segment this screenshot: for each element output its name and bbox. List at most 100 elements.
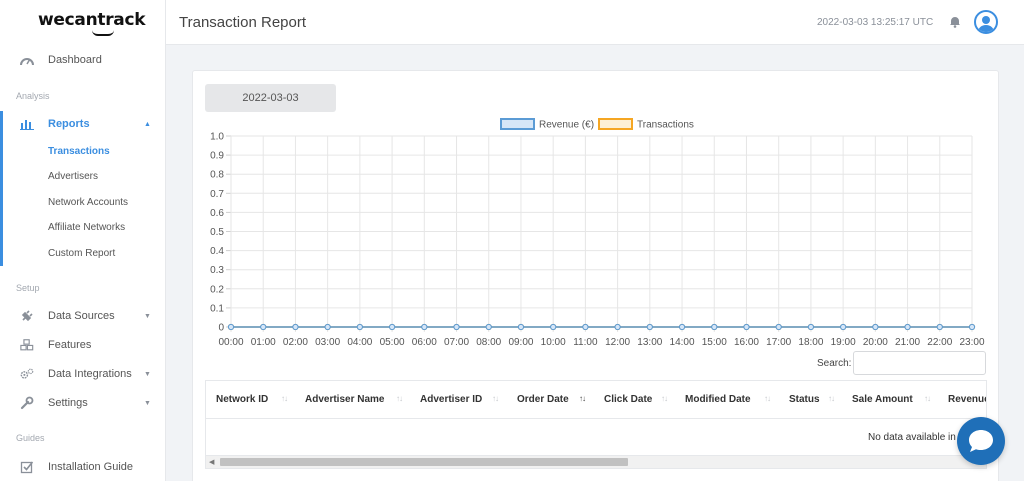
logo[interactable]: wecantrack xyxy=(38,10,146,30)
user-avatar[interactable] xyxy=(974,10,998,34)
data-point[interactable] xyxy=(292,323,299,331)
column-header-sale-amount[interactable]: Sale Amount xyxy=(852,394,913,405)
logo-smile-mark xyxy=(92,30,114,36)
x-tick-label: 07:00 xyxy=(444,337,469,348)
sidebar-item-features[interactable]: Features xyxy=(0,333,166,357)
data-point[interactable] xyxy=(356,323,363,331)
scroll-left-icon[interactable]: ◀ xyxy=(209,458,214,466)
data-point[interactable] xyxy=(550,323,557,331)
legend-label[interactable]: Revenue (€) xyxy=(539,120,594,131)
data-point[interactable] xyxy=(582,323,589,331)
sidebar-item-label: Installation Guide xyxy=(48,461,133,473)
column-header-network-id[interactable]: Network ID xyxy=(216,394,268,405)
x-tick-label: 14:00 xyxy=(670,337,695,348)
legend-swatch[interactable] xyxy=(598,118,633,130)
sort-icon[interactable]: ↑↓ xyxy=(924,394,931,403)
scrollbar-thumb[interactable] xyxy=(220,458,628,466)
column-header-order-date[interactable]: Order Date xyxy=(517,394,569,405)
sidebar-item-dashboard[interactable]: Dashboard xyxy=(0,48,166,72)
x-tick-label: 08:00 xyxy=(476,337,501,348)
column-header-advertiser-id[interactable]: Advertiser ID xyxy=(420,394,482,405)
column-header-revenue[interactable]: Revenue xyxy=(948,394,986,405)
data-point[interactable] xyxy=(968,323,976,331)
data-point[interactable] xyxy=(840,323,847,331)
sidebar-subitem-custom-report[interactable]: Custom Report xyxy=(48,248,115,259)
sidebar-item-settings[interactable]: Settings ▼ xyxy=(0,391,166,415)
sort-icon[interactable]: ↑↓ xyxy=(396,394,403,403)
sidebar-subitem-advertisers[interactable]: Advertisers xyxy=(48,171,98,182)
sidebar: wecantrack Dashboard Analysis Reports ▲ … xyxy=(0,0,166,481)
bell-icon[interactable] xyxy=(949,15,961,33)
sidebar-subitem-affiliate-networks[interactable]: Affiliate Networks xyxy=(48,222,125,233)
chevron-down-icon: ▼ xyxy=(144,312,151,320)
cubes-icon xyxy=(20,338,34,352)
sidebar-subitem-transactions[interactable]: Transactions xyxy=(48,146,110,157)
x-tick-label: 21:00 xyxy=(895,337,920,348)
x-tick-label: 04:00 xyxy=(347,337,372,348)
sidebar-item-reports[interactable]: Reports ▲ xyxy=(0,112,166,136)
sidebar-item-installation-guide[interactable]: Installation Guide xyxy=(0,455,166,479)
bar-chart-icon xyxy=(20,117,34,131)
data-point[interactable] xyxy=(517,323,525,331)
transactions-chart: Revenue (€) Transactions 1.0 0.9 0.8 0.7 0.6 0… xyxy=(210,118,985,348)
data-point[interactable] xyxy=(260,323,267,331)
section-label-analysis: Analysis xyxy=(16,91,50,101)
table-header: Network ID ↑↓ Advertiser Name ↑↓ Adverti… xyxy=(206,381,986,419)
data-point[interactable] xyxy=(678,323,686,331)
data-point[interactable] xyxy=(807,323,815,331)
data-point[interactable] xyxy=(775,323,782,331)
sidebar-item-data-integrations[interactable]: Data Integrations ▼ xyxy=(0,362,166,386)
data-point[interactable] xyxy=(904,323,911,331)
search-label: Search: xyxy=(817,358,852,369)
x-tick-label: 13:00 xyxy=(637,337,662,348)
sort-icon[interactable]: ↑↓ xyxy=(764,394,771,403)
wrench-icon xyxy=(20,396,34,410)
data-point[interactable] xyxy=(936,323,943,331)
sidebar-item-data-sources[interactable]: Data Sources ▼ xyxy=(0,304,166,328)
sidebar-item-label: Data Sources xyxy=(48,310,115,322)
y-tick-label: 0.1 xyxy=(210,303,224,314)
x-tick-label: 18:00 xyxy=(798,337,823,348)
data-point[interactable] xyxy=(388,323,396,331)
sort-icon[interactable]: ↑↓ xyxy=(281,394,288,403)
data-point[interactable] xyxy=(227,323,235,331)
sort-desc-icon[interactable]: ↑↓ xyxy=(579,394,586,403)
horizontal-scrollbar[interactable]: ◀ xyxy=(206,455,986,468)
search-input[interactable] xyxy=(853,351,986,375)
x-tick-label: 22:00 xyxy=(927,337,952,348)
server-timestamp: 2022-03-03 13:25:17 UTC xyxy=(817,17,934,28)
sort-icon[interactable]: ↑↓ xyxy=(828,394,835,403)
x-tick-label: 01:00 xyxy=(251,337,276,348)
data-point[interactable] xyxy=(421,323,428,331)
data-point[interactable] xyxy=(453,323,460,331)
sidebar-subitem-network-accounts[interactable]: Network Accounts xyxy=(48,197,128,208)
chevron-down-icon: ▼ xyxy=(144,399,151,407)
section-label-setup: Setup xyxy=(16,283,40,293)
data-point[interactable] xyxy=(743,323,750,331)
data-point[interactable] xyxy=(485,323,492,331)
x-tick-label: 20:00 xyxy=(863,337,888,348)
data-point[interactable] xyxy=(711,323,718,331)
column-header-click-date[interactable]: Click Date xyxy=(604,394,652,405)
x-tick-label: 09:00 xyxy=(508,337,533,348)
chevron-up-icon: ▲ xyxy=(144,120,151,128)
column-header-modified-date[interactable]: Modified Date xyxy=(685,394,751,405)
transactions-table: Network ID ↑↓ Advertiser Name ↑↓ Adverti… xyxy=(205,380,987,469)
y-tick-label: 0.3 xyxy=(210,265,224,276)
chat-widget-button[interactable] xyxy=(957,417,1005,465)
column-header-advertiser-name[interactable]: Advertiser Name xyxy=(305,394,384,405)
sidebar-item-label: Settings xyxy=(48,397,88,409)
section-label-guides: Guides xyxy=(16,433,45,443)
legend-label[interactable]: Transactions xyxy=(637,120,694,131)
data-point[interactable] xyxy=(872,323,879,331)
sort-icon[interactable]: ↑↓ xyxy=(492,394,499,403)
data-point[interactable] xyxy=(324,323,331,331)
x-tick-label: 23:00 xyxy=(959,337,984,348)
column-header-status[interactable]: Status xyxy=(789,394,820,405)
y-tick-label: 0.7 xyxy=(210,189,224,200)
data-point[interactable] xyxy=(614,323,621,331)
sort-icon[interactable]: ↑↓ xyxy=(661,394,668,403)
data-point[interactable] xyxy=(646,323,653,331)
legend-swatch[interactable] xyxy=(500,118,535,130)
chat-bubble-icon xyxy=(969,430,993,452)
